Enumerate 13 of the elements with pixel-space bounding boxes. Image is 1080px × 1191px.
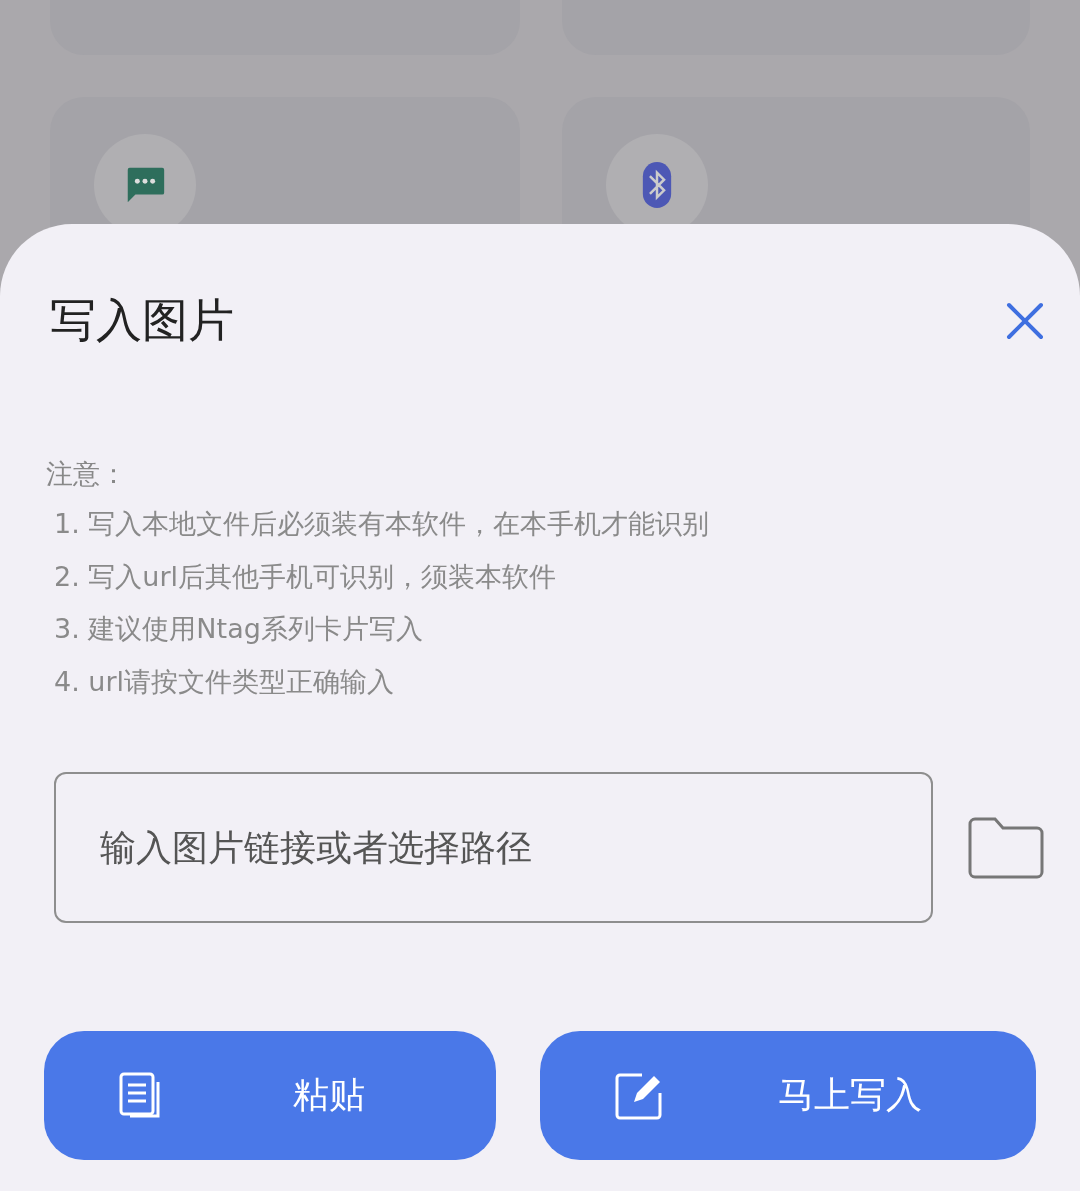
paste-icon	[118, 1071, 162, 1120]
close-icon[interactable]	[1006, 302, 1044, 340]
input-field[interactable]: 输入图片链接或者选择路径	[54, 772, 933, 923]
note-item: 4. url请按文件类型正确输入	[54, 664, 396, 699]
note-item: 3. 建议使用Ntag系列卡片写入	[54, 612, 424, 646]
note-item: 1. 写入本地文件后必须装有本软件，在本手机才能识别	[54, 507, 711, 541]
dialog-title: 写入图片	[50, 292, 234, 349]
write-button[interactable]: 马上写入	[540, 1031, 1036, 1160]
bluetooth-icon	[640, 162, 674, 208]
note-item: 2. 写入url后其他手机可识别，须装本软件	[54, 559, 558, 594]
paste-button[interactable]: 粘贴	[44, 1031, 496, 1160]
note-heading: 注意：	[46, 457, 128, 491]
folder-icon[interactable]	[967, 815, 1045, 880]
